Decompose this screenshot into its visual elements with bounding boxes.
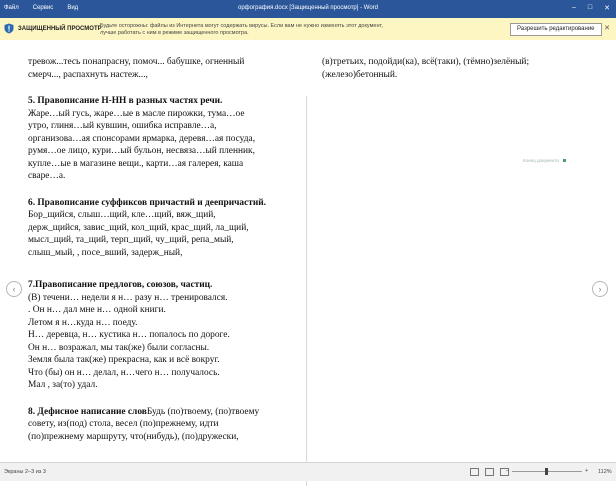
zoom-out-button[interactable]: – <box>506 468 509 474</box>
page-divider <box>306 96 307 486</box>
window-controls: – □ ✕ <box>572 4 610 12</box>
text-line: румя…ое лицо, кури…ый бульон, несвяза…ый… <box>28 146 255 156</box>
chevron-right-icon[interactable]: › <box>592 281 608 297</box>
text-line: (в)третьих, подойди(ка), всё(таки), (тём… <box>322 57 530 67</box>
section-heading-7: 7.Правописание предлогов, союзов, частиц… <box>28 280 213 290</box>
text-line: (В) течени… недели я н… разу н… трениров… <box>28 292 228 303</box>
protected-view-message: Будьте осторожны: файлы из Интернета мог… <box>100 23 383 36</box>
zoom-level[interactable]: 112% <box>598 469 612 475</box>
text-line: (по)прежнему маршруту, что(нибудь), (по)… <box>28 431 239 442</box>
section-heading-5: 5. Правописание Н-НН в разных частях реч… <box>28 96 223 106</box>
reading-area: тревож...тесь понапрасну, помоч... бабуш… <box>0 40 616 486</box>
text-line: смерч..., распахнуть настеж..., <box>28 69 148 80</box>
read-mode-icon[interactable] <box>470 468 479 476</box>
document-title: орфография.docx [Защищенный просмотр] - … <box>238 5 378 11</box>
text-line: купле…ые в магазине вещи., карти…ая гале… <box>28 158 244 169</box>
end-of-document-marker: Конец документа <box>523 158 566 163</box>
minimize-icon[interactable]: – <box>572 4 576 12</box>
close-icon[interactable]: ✕ <box>604 4 610 12</box>
text-line: Бор_щийся, слыш…щий, кле…щий, вяж_щий, <box>28 210 216 220</box>
text-line: Жаре…ый гусь, жаре…ые в масле пирожки, т… <box>28 108 245 119</box>
print-layout-icon[interactable] <box>485 468 494 476</box>
protected-view-title: ЗАЩИЩЕННЫЙ ПРОСМОТР <box>18 26 102 32</box>
text-line: Н… деревца, н… кустика н… попалось по до… <box>28 330 230 340</box>
zoom-slider-handle[interactable] <box>545 468 548 475</box>
view-mode-buttons <box>470 468 509 476</box>
text-line: слыш_мый, , посе_вший, задерж_ный, <box>28 247 183 258</box>
text-line: Мал , за(то) удал. <box>28 380 98 390</box>
section-8-first-line: 8. Дефисное написание словБудь (по)твоем… <box>28 406 298 419</box>
text-line: Летом я н…куда н… поеду. <box>28 317 138 328</box>
text-line: мысл_щий, та_щий, терп_щий, чу_щий, репа… <box>28 235 234 245</box>
text-line: Он н… возражал, мы так(же) были согласны… <box>28 342 210 353</box>
text-line: утро, глиня…ый кувшин, ошибка исправле…а… <box>28 121 217 131</box>
maximize-icon[interactable]: □ <box>588 4 592 12</box>
section-heading-6: 6. Правописание суффиксов причастий и де… <box>28 197 267 208</box>
zoom-slider[interactable] <box>512 468 582 475</box>
enable-editing-button[interactable]: Разрешить редактирование <box>510 23 602 36</box>
text-line: (железо)бетонный. <box>322 69 398 80</box>
page-counter: Экраны 2–3 из 3 <box>4 469 46 475</box>
text-line: Будь (по)твоему, (по)твоему <box>146 406 260 417</box>
zoom-in-button[interactable]: + <box>585 468 588 474</box>
text-line: держ_щийся, завис_щий, кол_щий, крас_щий… <box>28 222 249 233</box>
section-heading-8: 8. Дефисное написание слов <box>28 406 147 417</box>
text-line: тревож...тесь понапрасну, помоч... бабуш… <box>28 57 245 67</box>
text-line: организова…ая спонсорами ярмарка, деревя… <box>28 133 256 144</box>
text-line: совету, из(под) стола, весел (по)прежнем… <box>28 419 219 429</box>
text-line: сваре…а. <box>28 171 66 181</box>
status-bar: Экраны 2–3 из 3 – + 112% <box>0 462 616 481</box>
end-square-icon <box>562 159 566 162</box>
title-bar: Файл Сервис Вид орфография.docx [Защищен… <box>0 0 616 18</box>
text-line: . Он н… дал мне н… одной книги. <box>28 305 166 315</box>
page-right: (в)третьих, подойди(ка), всё(таки), (тём… <box>322 56 592 81</box>
close-bar-icon[interactable]: ✕ <box>604 24 610 32</box>
page-left: тревож...тесь понапрасну, помоч... бабуш… <box>28 56 298 443</box>
shield-icon <box>4 23 14 34</box>
chevron-left-icon[interactable]: ‹ <box>6 281 22 297</box>
text-line: Что (бы) он н… делал, н…чего н… получало… <box>28 367 220 378</box>
text-line: Земля была так(же) прекрасна, как и всё … <box>28 355 220 365</box>
protected-view-bar: ЗАЩИЩЕННЫЙ ПРОСМОТР Будьте осторожны: фа… <box>0 18 616 41</box>
end-of-document-label: Конец документа <box>523 158 559 163</box>
